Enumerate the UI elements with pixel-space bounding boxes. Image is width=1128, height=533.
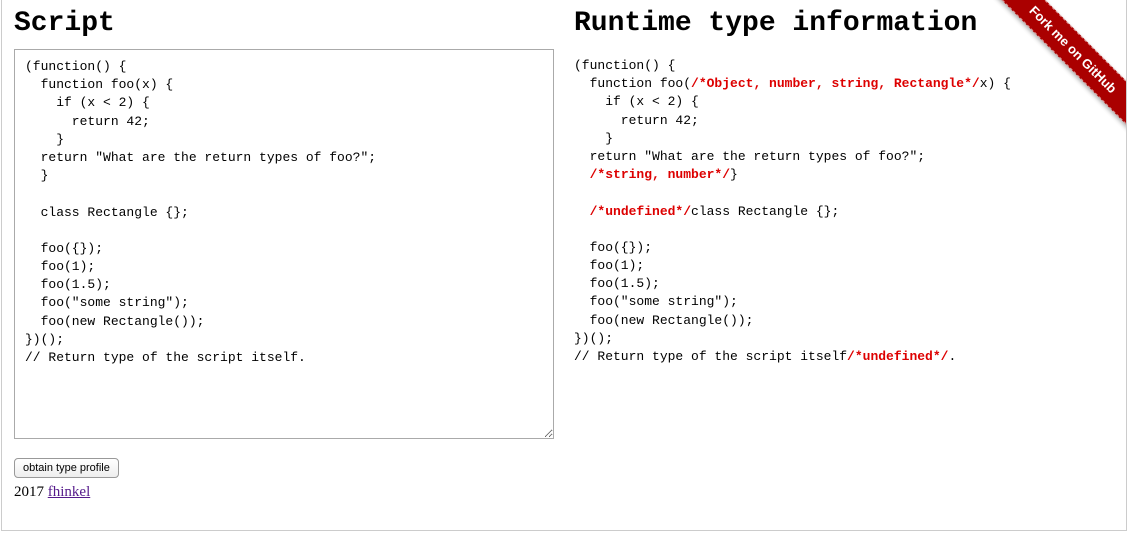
type-annotation: /*undefined*/ <box>590 204 691 219</box>
script-textarea[interactable] <box>14 49 554 439</box>
type-annotation: /*undefined*/ <box>847 349 948 364</box>
rtti-output: (function() { function foo(/*Object, num… <box>574 49 1114 374</box>
type-annotation: /*string, number*/ <box>590 167 730 182</box>
footer-year: 2017 <box>14 484 44 500</box>
rtti-column: Runtime type information (function() { f… <box>574 8 1114 444</box>
type-annotation: /*Object, number, string, Rectangle*/ <box>691 76 980 91</box>
obtain-type-profile-button[interactable]: obtain type profile <box>14 458 119 478</box>
code-text: . <box>948 349 956 364</box>
code-text: (function() { function foo( <box>574 58 691 91</box>
code-text: class Rectangle {}; foo({}); foo(1); foo… <box>574 204 847 365</box>
script-heading: Script <box>14 8 554 39</box>
footer: 2017 fhinkel <box>2 482 1126 509</box>
script-column: Script <box>14 8 554 444</box>
footer-author-link[interactable]: fhinkel <box>48 484 91 500</box>
